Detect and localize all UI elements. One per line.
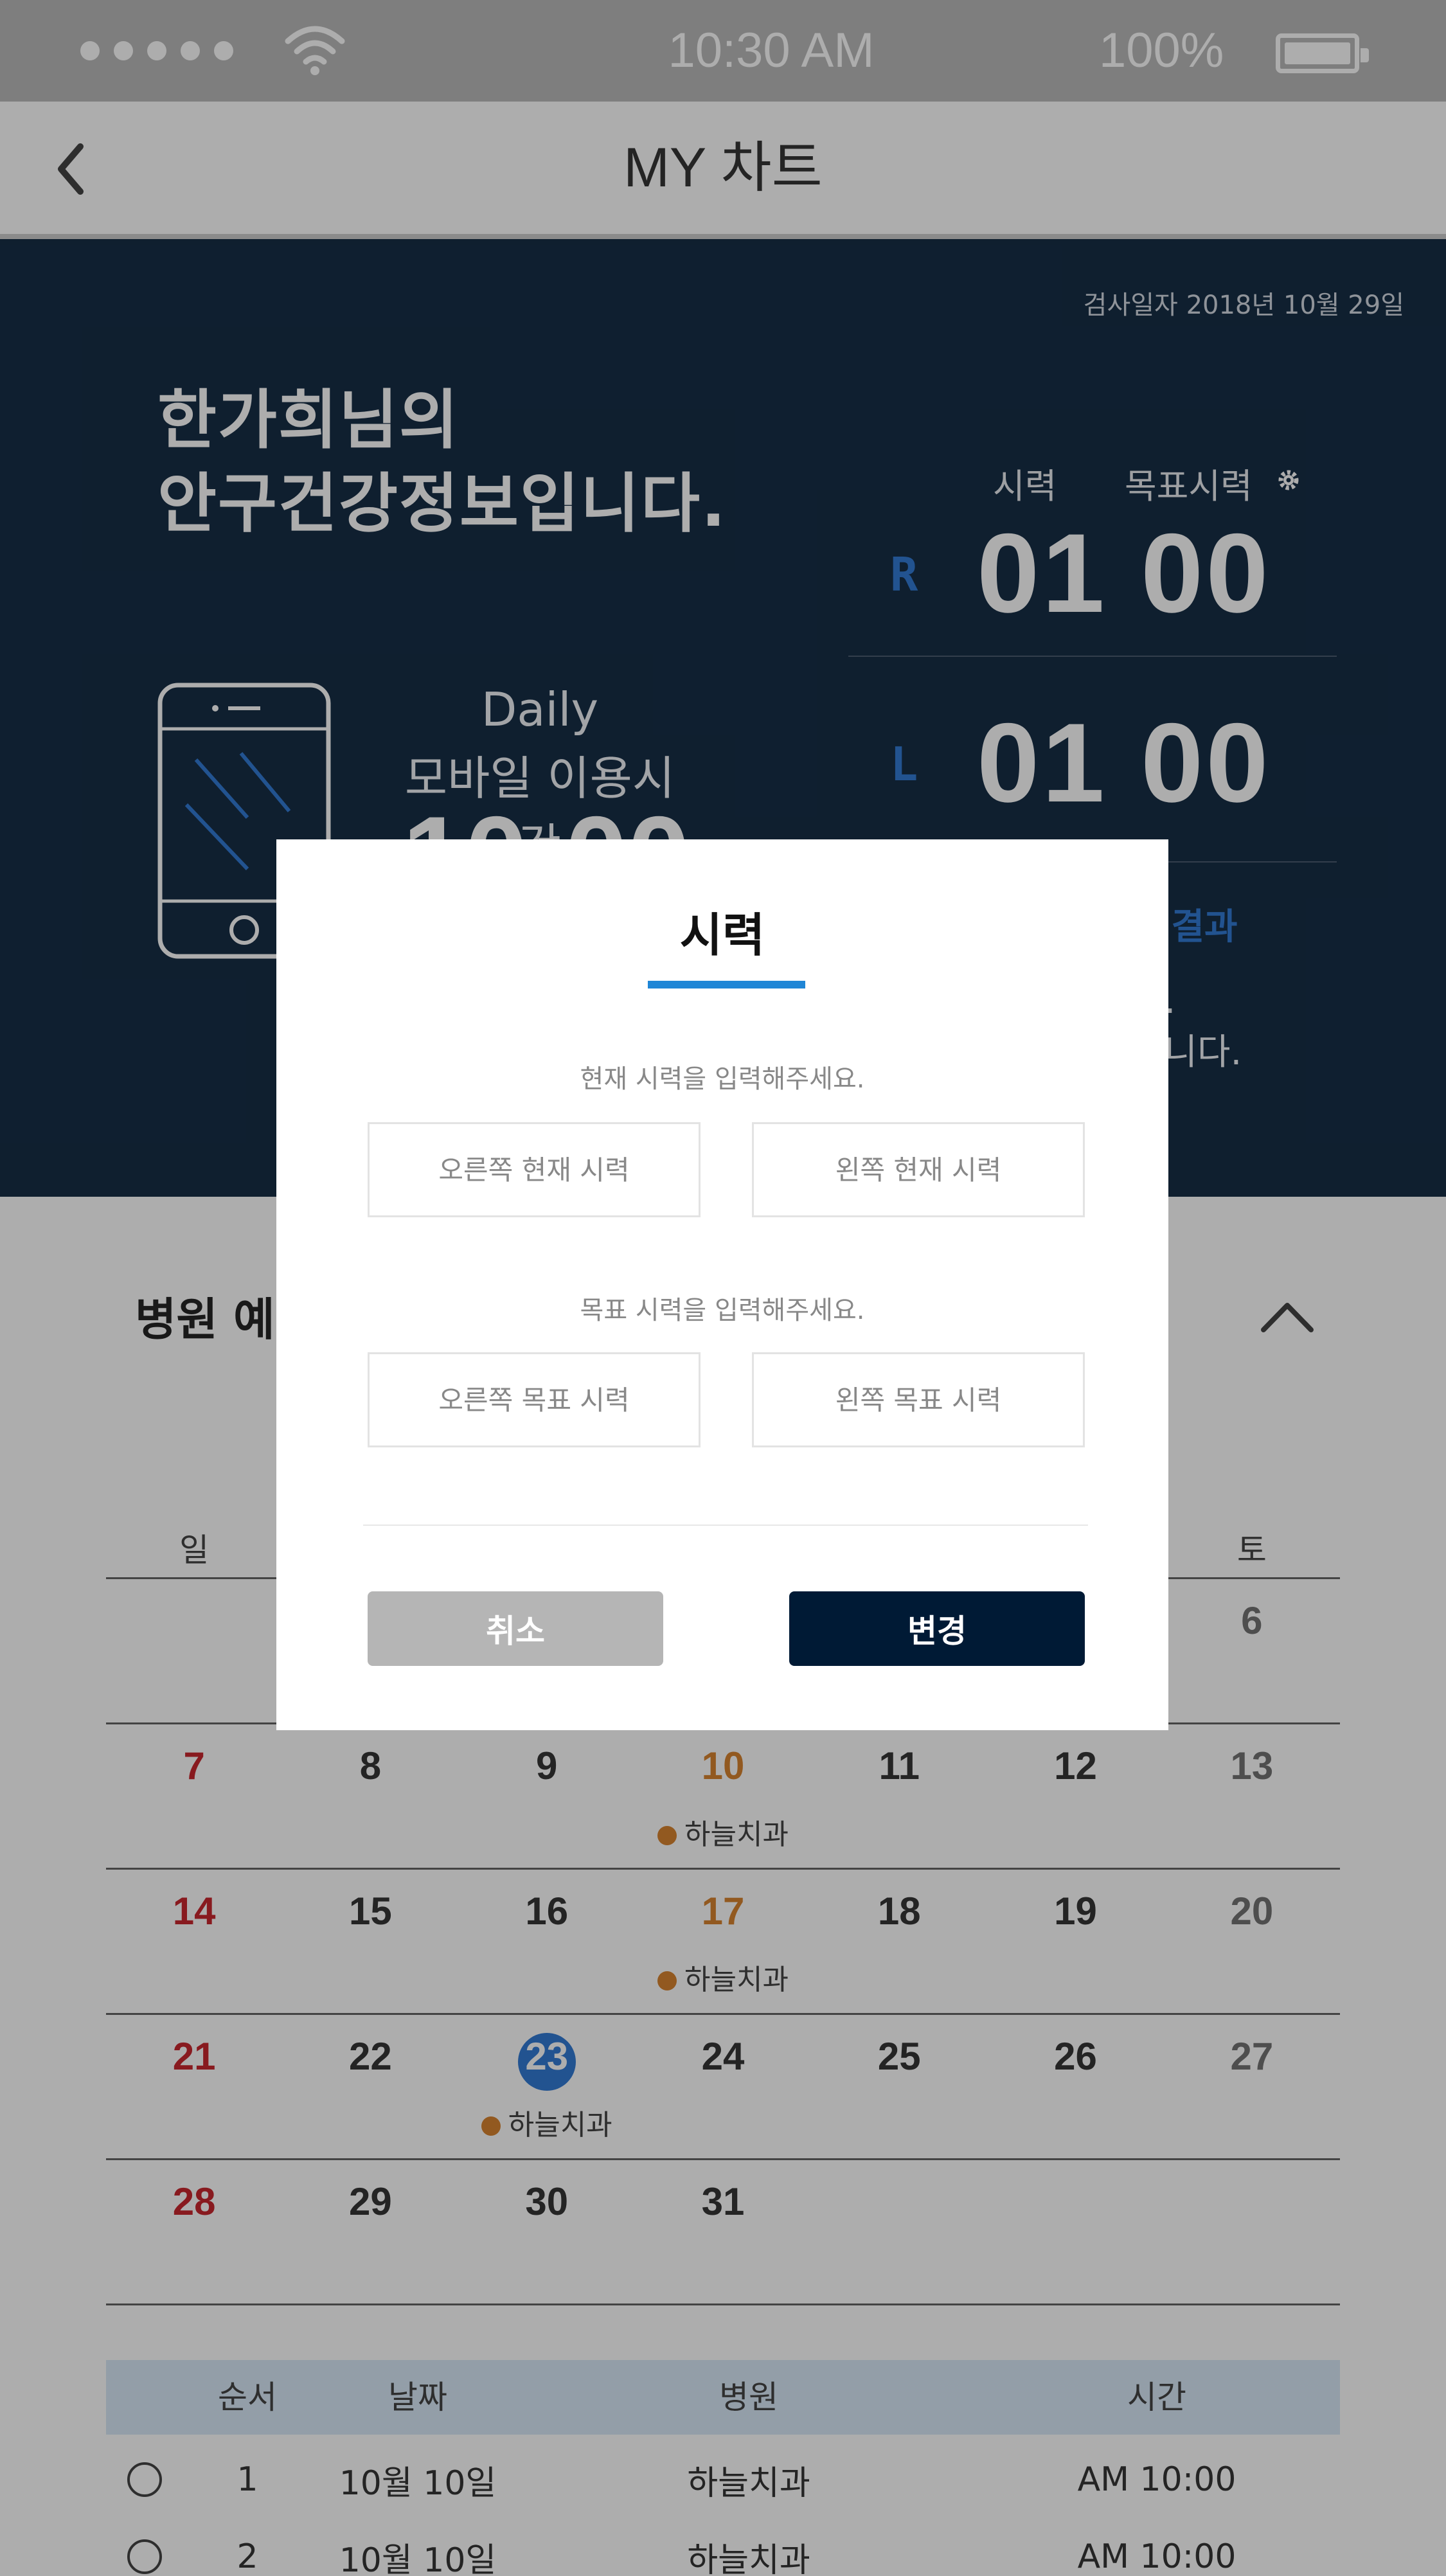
goal-vision-hint: 목표 시력을 입력해주세요. — [580, 1296, 865, 1325]
divider — [363, 1525, 1088, 1526]
current-vision-hint: 현재 시력을 입력해주세요. — [580, 1064, 865, 1094]
left-goal-vision-input[interactable] — [752, 1352, 1085, 1447]
change-button[interactable]: 변경 — [789, 1591, 1085, 1666]
right-current-vision-input[interactable] — [368, 1122, 701, 1217]
right-goal-vision-input[interactable] — [368, 1352, 701, 1447]
cancel-button[interactable]: 취소 — [368, 1591, 663, 1666]
title-underline — [648, 981, 805, 988]
dialog-title: 시력 — [679, 908, 765, 962]
left-current-vision-input[interactable] — [752, 1122, 1085, 1217]
vision-input-dialog: 시력 현재 시력을 입력해주세요. 목표 시력을 입력해주세요. 취소 변경 — [276, 839, 1168, 1730]
